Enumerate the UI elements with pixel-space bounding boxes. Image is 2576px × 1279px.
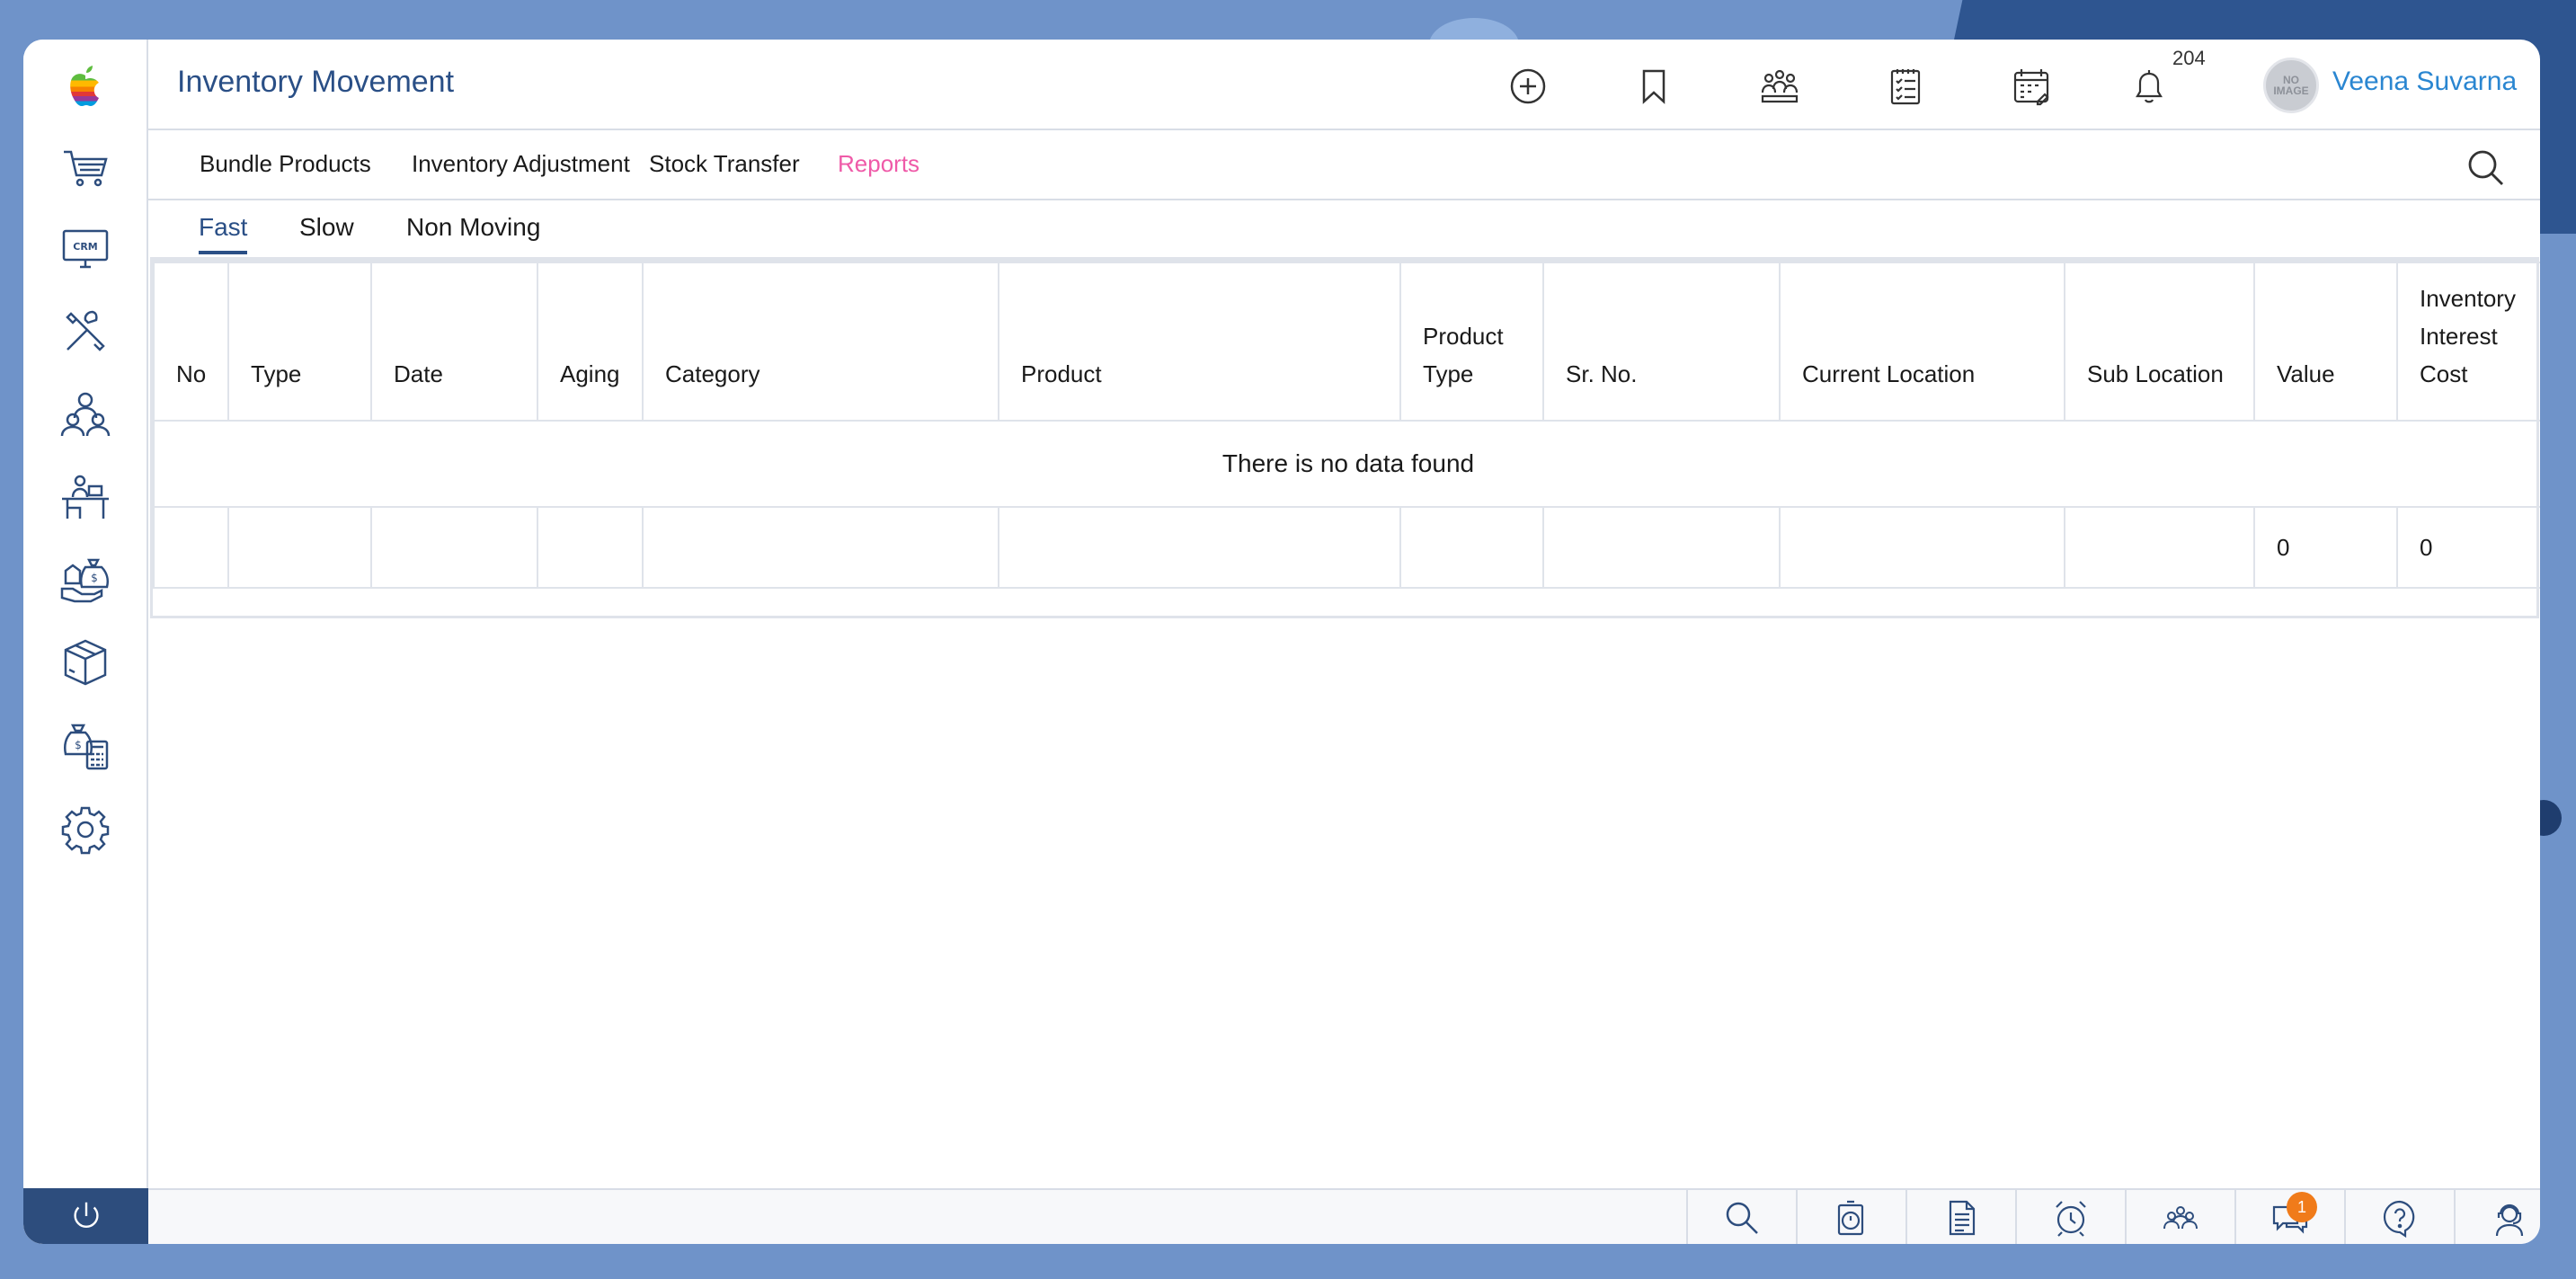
chat-badge: 1 [2287,1192,2317,1222]
document-icon[interactable] [1905,1190,2015,1244]
svg-text:CRM: CRM [73,241,98,253]
column-header[interactable]: Product [998,262,1401,422]
column-header[interactable]: Date [370,262,538,422]
alarm-icon[interactable] [2015,1190,2125,1244]
power-button[interactable] [23,1188,148,1244]
avatar[interactable]: NO IMAGE [2263,58,2319,113]
plus-circle-icon[interactable] [1501,59,1555,113]
empty-message: There is no data found [153,420,2540,508]
people-icon[interactable] [2125,1190,2234,1244]
empty-row: There is no data found [153,420,2540,508]
bookmark-icon[interactable] [1627,59,1681,113]
gear-icon[interactable] [56,800,115,859]
calendar-icon[interactable] [2004,59,2058,113]
power-icon [73,1202,99,1228]
column-header[interactable]: Product Type [1399,262,1544,422]
checklist-icon[interactable] [1879,59,1932,113]
user-name[interactable]: Veena Suvarna [2332,67,2517,97]
column-header[interactable]: Category [642,262,999,422]
help-icon[interactable] [2344,1190,2454,1244]
team-icon[interactable] [56,385,115,444]
money-bag-icon[interactable]: $ [56,550,115,609]
svg-text:$: $ [91,572,98,584]
tab-fast[interactable]: Fast [199,213,248,254]
column-header[interactable]: Inventory Interest Cost [2396,262,2540,422]
box-icon[interactable] [56,633,115,692]
bell-icon[interactable] [2122,59,2176,113]
search-icon[interactable] [2465,147,2508,190]
apple-logo-icon[interactable] [56,58,115,117]
desk-icon[interactable] [56,467,115,527]
column-header[interactable]: Aging [537,262,644,422]
cart-icon[interactable] [56,138,115,198]
header: Inventory Movement 204 NO IMAGE Veena Su… [148,40,2540,130]
calculator-money-icon[interactable]: $ [56,717,115,777]
column-header[interactable]: No [153,262,229,422]
column-header[interactable]: Value [2253,262,2398,422]
meeting-icon[interactable] [1753,59,1807,113]
total-interest-cost: 0 [2396,506,2540,589]
search-icon[interactable] [1686,1190,1796,1244]
report-tabs: Fast Slow Non Moving [148,200,2540,256]
stopwatch-icon[interactable] [1796,1190,1905,1244]
column-header[interactable]: Sub Location [2064,262,2255,422]
subnav-reports[interactable]: Reports [838,150,919,178]
total-value: 0 [2253,506,2398,589]
inventory-table: No Type Date Aging Category Product Prod… [150,257,2540,618]
footer-toolbar: 1 [148,1188,2540,1244]
tools-icon[interactable] [56,302,115,361]
totals-row: 0 0 [153,506,2540,589]
subnav-bundle-products[interactable]: Bundle Products [200,150,371,178]
column-header[interactable]: Type [227,262,372,422]
page-title: Inventory Movement [177,65,455,99]
tab-non-moving[interactable]: Non Moving [406,213,540,251]
subnav-inventory-adjustment[interactable]: Inventory Adjustment [412,150,630,178]
column-header[interactable]: Sr. No. [1542,262,1781,422]
crm-monitor-icon[interactable]: CRM [56,219,115,279]
app-window: CRM $ $ Inventory Movement 204 NO IMAGE … [23,40,2540,1244]
svg-text:$: $ [75,739,82,751]
sidebar: CRM $ $ [23,40,148,1244]
support-agent-icon[interactable] [2454,1190,2540,1244]
column-header[interactable]: Current Location [1779,262,2065,422]
subnav: Bundle Products Inventory Adjustment Sto… [148,130,2540,200]
subnav-stock-transfer[interactable]: Stock Transfer [649,150,800,178]
chat-icon[interactable]: 1 [2234,1190,2344,1244]
notification-count: 204 [2172,47,2206,69]
table-header-row: No Type Date Aging Category Product Prod… [153,262,2540,422]
tab-slow[interactable]: Slow [299,213,354,251]
